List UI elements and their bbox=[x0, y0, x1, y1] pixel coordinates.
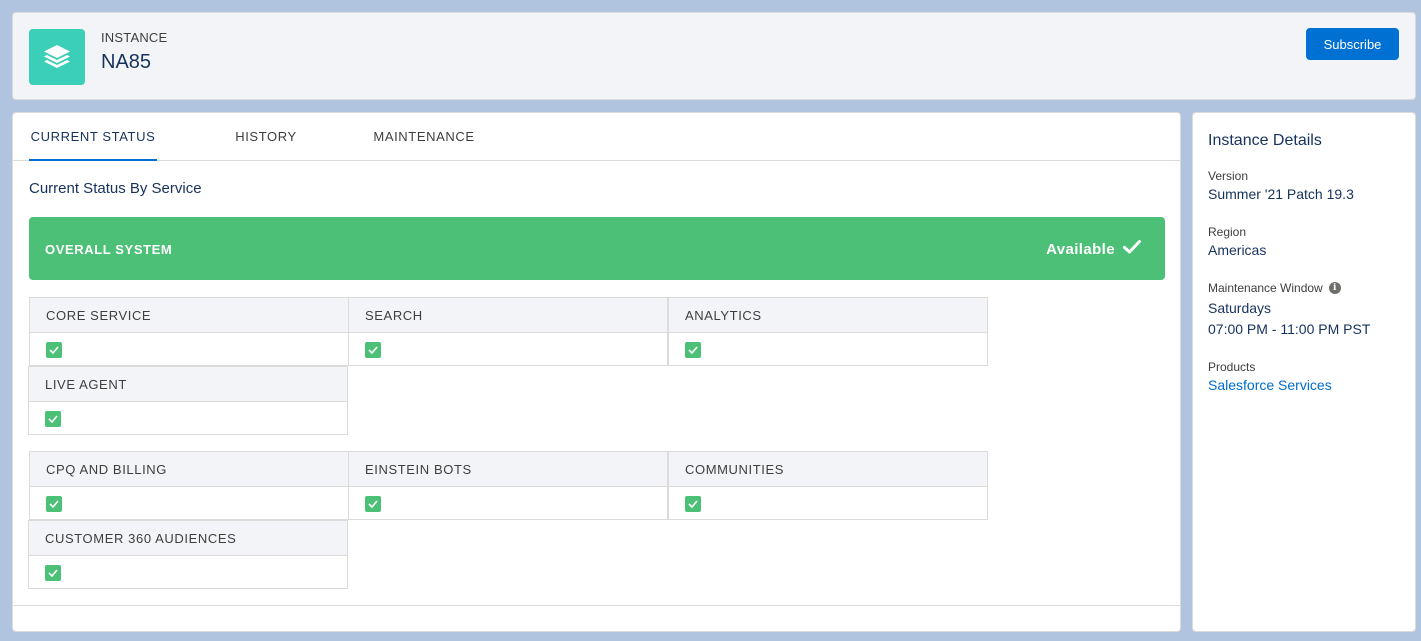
details-title: Instance Details bbox=[1208, 132, 1322, 149]
service-name: CUSTOMER 360 AUDIENCES bbox=[29, 521, 347, 556]
service-tile: LIVE AGENT bbox=[28, 366, 348, 435]
instance-header: INSTANCE NA85 Subscribe bbox=[12, 12, 1416, 100]
status-check-icon bbox=[45, 564, 61, 581]
checkmark-icon bbox=[1123, 239, 1141, 259]
service-tile: CORE SERVICE bbox=[29, 297, 349, 366]
status-check-icon bbox=[45, 410, 61, 427]
region-value: Americas bbox=[1208, 242, 1267, 258]
maintenance-window-label: Maintenance Window i bbox=[1208, 281, 1341, 295]
products-link[interactable]: Salesforce Services bbox=[1208, 377, 1332, 393]
panel-divider bbox=[13, 605, 1180, 606]
service-name: CPQ AND BILLING bbox=[30, 452, 348, 487]
version-label-text: Version bbox=[1208, 169, 1249, 183]
status-check-icon bbox=[685, 341, 701, 358]
service-name: CORE SERVICE bbox=[30, 298, 348, 333]
stacked-layers-icon bbox=[29, 29, 85, 85]
service-name: EINSTEIN BOTS bbox=[349, 452, 667, 487]
overall-system-label: OVERALL SYSTEM bbox=[45, 242, 173, 257]
service-name: COMMUNITIES bbox=[669, 452, 987, 487]
service-name: LIVE AGENT bbox=[29, 367, 347, 402]
version-label: Version bbox=[1208, 169, 1248, 183]
status-check-icon bbox=[46, 341, 62, 358]
status-panel: CURRENT STATUS HISTORY MAINTENANCE Curre… bbox=[12, 112, 1181, 632]
products-label: Products bbox=[1208, 360, 1255, 374]
instance-details-panel: Instance Details Version Summer '21 Patc… bbox=[1192, 112, 1416, 632]
status-check-icon bbox=[365, 495, 381, 512]
status-check-icon bbox=[365, 341, 381, 358]
page-title: NA85 bbox=[101, 51, 152, 73]
overall-system-status: Available bbox=[1046, 239, 1141, 259]
service-tile: ANALYTICS bbox=[668, 297, 988, 366]
maintenance-time: 07:00 PM - 11:00 PM PST bbox=[1208, 321, 1371, 337]
overall-status-text: Available bbox=[1046, 240, 1115, 258]
maintenance-day: Saturdays bbox=[1208, 300, 1272, 316]
maintenance-label-text: Maintenance Window bbox=[1208, 281, 1323, 295]
products-label-text: Products bbox=[1208, 360, 1256, 374]
service-tile: CUSTOMER 360 AUDIENCES bbox=[28, 520, 348, 589]
section-title: Current Status By Service bbox=[29, 180, 202, 197]
service-tile: SEARCH bbox=[348, 297, 668, 366]
header-eyebrow: INSTANCE bbox=[101, 30, 168, 45]
info-icon[interactable]: i bbox=[1328, 282, 1341, 294]
overall-system-banner: OVERALL SYSTEM Available bbox=[29, 217, 1165, 280]
service-name: ANALYTICS bbox=[669, 298, 987, 333]
service-name: SEARCH bbox=[349, 298, 667, 333]
tab-maintenance[interactable]: MAINTENANCE bbox=[363, 113, 485, 160]
tab-history[interactable]: HISTORY bbox=[221, 113, 311, 160]
status-check-icon bbox=[46, 495, 62, 512]
tab-current-status[interactable]: CURRENT STATUS bbox=[29, 113, 157, 161]
region-label-text: Region bbox=[1208, 225, 1247, 239]
status-check-icon bbox=[685, 495, 701, 512]
service-tile: COMMUNITIES bbox=[668, 451, 988, 520]
tab-bar: CURRENT STATUS HISTORY MAINTENANCE bbox=[13, 113, 1180, 161]
version-value: Summer '21 Patch 19.3 bbox=[1208, 186, 1354, 202]
region-label: Region bbox=[1208, 225, 1246, 239]
subscribe-button[interactable]: Subscribe bbox=[1306, 28, 1399, 60]
service-tile: EINSTEIN BOTS bbox=[348, 451, 668, 520]
service-tile: CPQ AND BILLING bbox=[29, 451, 349, 520]
